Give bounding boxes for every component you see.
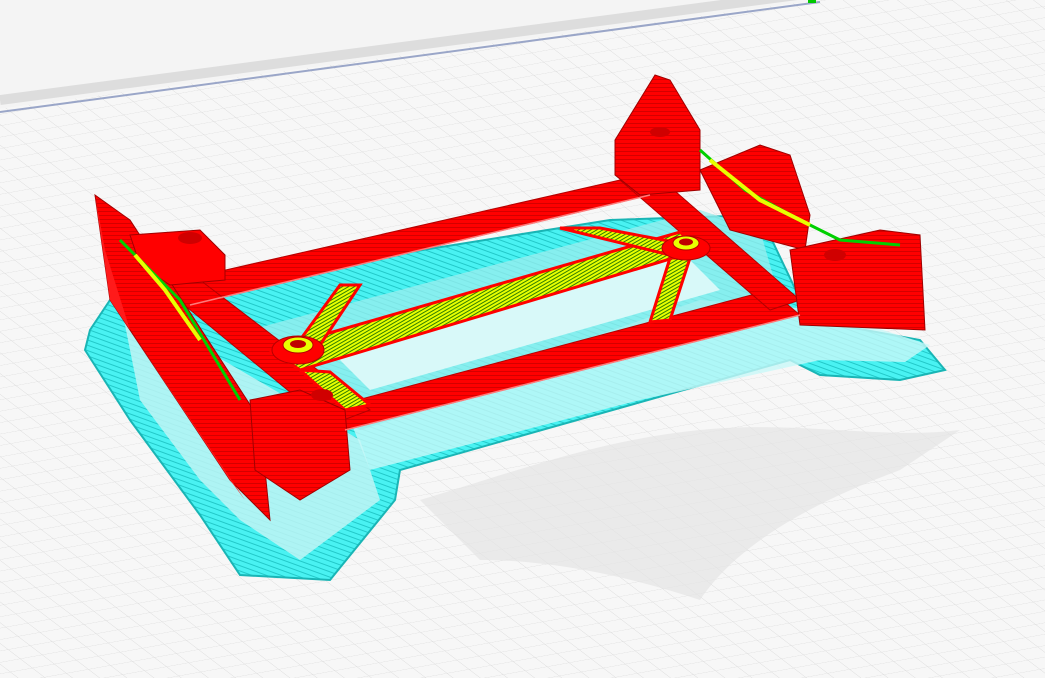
axis-indicator-green [808, 0, 816, 3]
screw-boss-right [661, 235, 711, 261]
3d-viewport[interactable] [0, 0, 1045, 678]
screw-boss-left [271, 335, 325, 365]
preview-canvas[interactable] [0, 0, 1045, 678]
